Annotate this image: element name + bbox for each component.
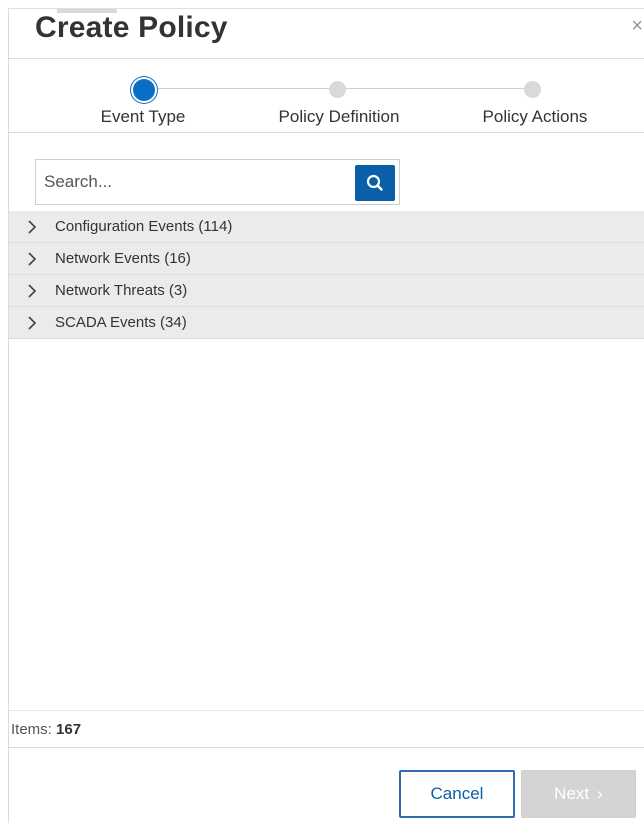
list-item-label: Configuration Events (114) — [55, 218, 233, 235]
search-button[interactable] — [355, 165, 395, 201]
dialog-title: Create Policy — [35, 11, 228, 44]
step-connector — [155, 88, 331, 89]
wizard-stepper: Event Type Policy Definition Policy Acti… — [9, 59, 644, 133]
next-button[interactable]: Next › — [521, 770, 636, 818]
step-connector — [345, 88, 533, 89]
chevron-right-icon — [28, 284, 37, 298]
items-label: Items: — [11, 721, 52, 738]
search-box — [35, 159, 400, 205]
cancel-button[interactable]: Cancel — [399, 770, 515, 818]
items-count: 167 — [56, 721, 82, 738]
chevron-right-icon — [28, 252, 37, 266]
step-indicator-policy-actions[interactable] — [524, 81, 541, 98]
step-label-event-type[interactable]: Event Type — [101, 107, 186, 127]
dialog-header: Create Policy × — [9, 9, 644, 59]
step-label-policy-definition[interactable]: Policy Definition — [279, 107, 400, 127]
chevron-right-icon — [28, 316, 37, 330]
step-label-policy-actions[interactable]: Policy Actions — [483, 107, 588, 127]
search-icon — [366, 174, 383, 191]
items-count-bar: Items: 167 — [9, 710, 644, 748]
list-item-network-events[interactable]: Network Events (16) — [9, 243, 644, 275]
search-input[interactable] — [36, 160, 354, 204]
list-item-scada-events[interactable]: SCADA Events (34) — [9, 307, 644, 339]
event-type-list: Configuration Events (114) Network Event… — [9, 211, 644, 339]
step-indicator-policy-definition[interactable] — [329, 81, 346, 98]
list-item-configuration-events[interactable]: Configuration Events (114) — [9, 211, 644, 243]
next-button-label: Next — [554, 784, 590, 803]
list-item-label: SCADA Events (34) — [55, 314, 187, 331]
list-item-network-threats[interactable]: Network Threats (3) — [9, 275, 644, 307]
step-indicator-event-type[interactable] — [133, 79, 155, 101]
chevron-right-icon: › — [597, 784, 603, 803]
items-summary: Items: 167 — [11, 721, 81, 738]
list-item-label: Network Events (16) — [55, 250, 191, 267]
cancel-button-label: Cancel — [430, 784, 484, 803]
chevron-right-icon — [28, 220, 37, 234]
list-item-label: Network Threats (3) — [55, 282, 188, 299]
close-icon[interactable]: × — [631, 16, 643, 36]
create-policy-dialog: Create Policy × Event Type Policy Defini… — [8, 8, 644, 823]
